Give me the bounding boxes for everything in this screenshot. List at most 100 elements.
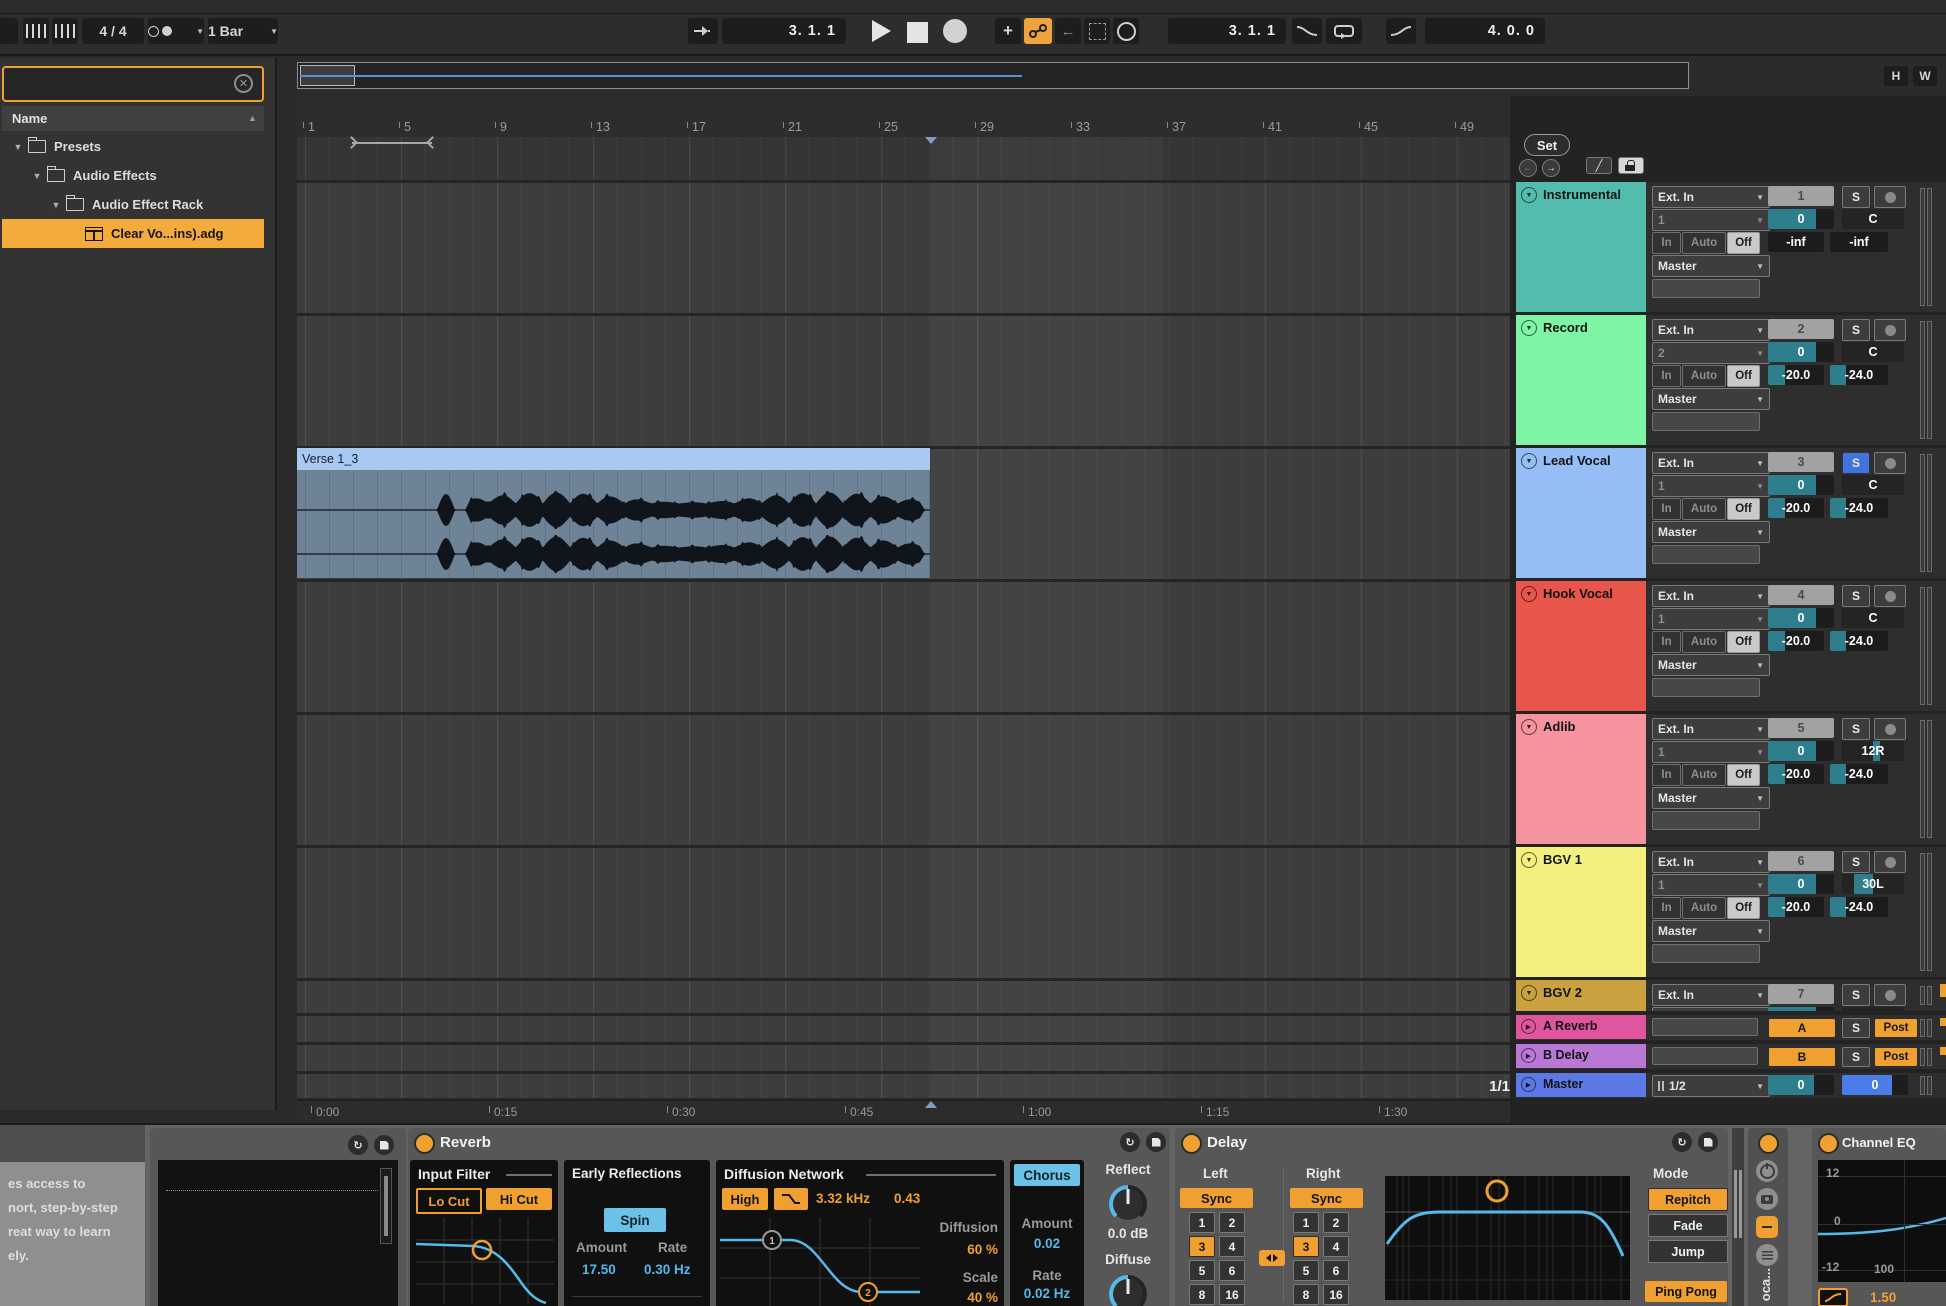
arrangement-position-field[interactable]: 3. 1. 1 (722, 18, 846, 44)
device-title[interactable]: Channel EQ (1842, 1135, 1916, 1150)
input-type-chooser[interactable]: Ext. In ▼ (1652, 186, 1770, 208)
track-arm-number-button[interactable]: 1 (1768, 186, 1834, 206)
solo-button[interactable]: S (1842, 718, 1870, 740)
quantization-menu[interactable]: ▼ (148, 18, 204, 44)
input-type-chooser[interactable]: Ext. In ▼ (1652, 585, 1770, 607)
monitor-in-button[interactable]: In (1652, 897, 1681, 919)
hot-swap-button[interactable]: ↻ (348, 1135, 368, 1155)
pan-slider[interactable]: C (1842, 475, 1904, 495)
channel-eq-device[interactable]: Channel EQ 12 0 -12 100 1.50 (1812, 1128, 1946, 1306)
division-8-button[interactable]: 8 (1293, 1284, 1319, 1305)
division-5-button[interactable]: 5 (1189, 1260, 1215, 1281)
input-type-chooser[interactable]: Ext. In ▼ (1652, 452, 1770, 474)
low-gain-value[interactable]: 1.50 (1870, 1290, 1896, 1305)
division-16-button[interactable]: 16 (1219, 1284, 1245, 1305)
diffuse-knob[interactable] (1106, 1272, 1150, 1306)
master-volume-slider[interactable]: 0 (1768, 1075, 1834, 1095)
expand-arrow-icon[interactable]: ▼ (50, 200, 62, 210)
master-color-block[interactable]: ▶ Master (1516, 1073, 1646, 1097)
return-a-active-button[interactable]: A (1768, 1018, 1836, 1038)
monitor-off-button[interactable]: Off (1727, 498, 1760, 520)
arm-record-button[interactable] (1874, 851, 1906, 873)
division-8-button[interactable]: 8 (1189, 1284, 1215, 1305)
send-a-slider[interactable]: -20.0 (1768, 631, 1824, 651)
mode-fade-button[interactable]: Fade (1648, 1214, 1728, 1237)
audio-clip[interactable]: Verse 1_3 (297, 448, 930, 578)
solo-button[interactable]: S (1842, 1047, 1870, 1067)
master-track[interactable]: ▶ Master 1/2 ▼ 0 0 (1516, 1073, 1946, 1098)
track-fold-icon[interactable]: ▼ (1521, 852, 1537, 868)
reflect-knob[interactable] (1106, 1182, 1150, 1226)
track-fold-icon[interactable]: ▼ (1521, 985, 1537, 1001)
chorus-button[interactable]: Chorus (1014, 1164, 1080, 1186)
loop-length-field[interactable]: 4. 0. 0 (1425, 18, 1545, 44)
monitor-auto-button[interactable]: Auto (1682, 897, 1726, 919)
solo-button[interactable]: S (1842, 1018, 1870, 1038)
arm-record-button[interactable] (1874, 452, 1906, 474)
track-color-block[interactable]: ▼ BGV 1 (1516, 847, 1646, 977)
monitor-auto-button[interactable]: Auto (1682, 232, 1726, 254)
fold-icon[interactable]: ▶ (1521, 1019, 1536, 1034)
low-shelf-button[interactable] (1818, 1288, 1848, 1306)
rack-hot-swap-button[interactable] (1756, 1160, 1778, 1182)
track-arm-number-button[interactable]: 3 (1768, 452, 1834, 472)
tempo-field[interactable]: 00 (0, 18, 18, 44)
right-sync-button[interactable]: Sync (1290, 1188, 1363, 1208)
punch-in-button[interactable] (1292, 18, 1322, 44)
track-fold-icon[interactable]: ▼ (1521, 320, 1537, 336)
draw-mode-button[interactable]: ╱ (1586, 157, 1612, 174)
pan-slider[interactable]: C (1842, 1007, 1904, 1011)
rack-macro-toggle-button[interactable] (1756, 1216, 1778, 1238)
monitor-off-button[interactable]: Off (1727, 631, 1760, 653)
shelf-q-value[interactable]: 0.43 (894, 1191, 920, 1206)
browser-tree-item[interactable]: ▼ Clear Vo...ins).adg (2, 219, 264, 248)
metronome-button[interactable] (52, 18, 78, 44)
send-b-slider[interactable]: -24.0 (1830, 631, 1888, 651)
tap-tempo-button[interactable] (23, 18, 49, 44)
send-b-slider[interactable]: -inf (1830, 232, 1888, 252)
return-empty-box[interactable] (1652, 1047, 1758, 1065)
monitor-auto-button[interactable]: Auto (1682, 365, 1726, 387)
scrub-area[interactable] (297, 137, 1510, 180)
scale-value[interactable]: 40 % (924, 1290, 998, 1305)
track-header[interactable]: ▼ Hook Vocal Ext. In ▼ 1 ▼ In Auto Off M… (1516, 581, 1946, 711)
volume-slider[interactable]: 0 (1768, 874, 1834, 894)
shelf-type-button[interactable] (774, 1188, 808, 1210)
monitor-off-button[interactable]: Off (1727, 897, 1760, 919)
input-channel-chooser[interactable]: 2 ▼ (1652, 342, 1770, 364)
stop-button[interactable] (905, 20, 929, 44)
monitor-in-button[interactable]: In (1652, 764, 1681, 786)
solo-button[interactable]: S (1842, 984, 1870, 1006)
return-empty-box[interactable] (1652, 1018, 1758, 1036)
beat-time-ruler[interactable]: 15913172125293337414549 (297, 96, 1510, 137)
division-4-button[interactable]: 4 (1219, 1236, 1245, 1257)
division-3-button[interactable]: 3 (1189, 1236, 1215, 1257)
send-a-slider[interactable]: -20.0 (1768, 897, 1824, 917)
track-extra-box[interactable] (1652, 944, 1760, 963)
rack-variation-button[interactable] (1756, 1188, 1778, 1210)
send-b-slider[interactable]: -24.0 (1830, 498, 1888, 518)
track-header[interactable]: ▼ Instrumental Ext. In ▼ 1 ▼ In Auto Off… (1516, 182, 1946, 312)
send-b-slider[interactable]: -24.0 (1830, 764, 1888, 784)
mode-repitch-button[interactable]: Repitch (1648, 1188, 1728, 1211)
track-header[interactable]: ▼ BGV 2 Ext. In ▼ 1 ▼ In Auto Off Master… (1516, 980, 1946, 1011)
collapsed-rack-device[interactable]: oca... (1748, 1128, 1788, 1306)
track-arm-number-button[interactable]: 2 (1768, 319, 1834, 339)
lo-cut-button[interactable]: Lo Cut (416, 1188, 482, 1214)
track-extra-box[interactable] (1652, 412, 1760, 431)
input-channel-chooser[interactable]: 1 ▼ (1652, 608, 1770, 630)
shelf-freq-value[interactable]: 3.32 kHz (816, 1191, 870, 1206)
send-a-slider[interactable]: -20.0 (1768, 764, 1824, 784)
stereo-link-button[interactable] (1259, 1250, 1285, 1266)
lock-envelopes-button[interactable] (1618, 157, 1644, 174)
volume-slider[interactable]: 0 (1768, 475, 1834, 495)
input-channel-chooser[interactable]: 1 ▼ (1652, 209, 1770, 231)
monitor-auto-button[interactable]: Auto (1682, 764, 1726, 786)
device-on-led[interactable] (414, 1133, 435, 1154)
delay-device[interactable]: Delay ↻ Left Sync 123456816 Right Sync 1… (1175, 1128, 1728, 1306)
solo-button[interactable]: S (1842, 319, 1870, 341)
input-channel-chooser[interactable]: 1 ▼ (1652, 874, 1770, 896)
spin-button[interactable]: Spin (604, 1208, 666, 1232)
browser-tree-item[interactable]: ▼ Presets (2, 132, 264, 161)
new-button[interactable]: + (995, 18, 1021, 44)
